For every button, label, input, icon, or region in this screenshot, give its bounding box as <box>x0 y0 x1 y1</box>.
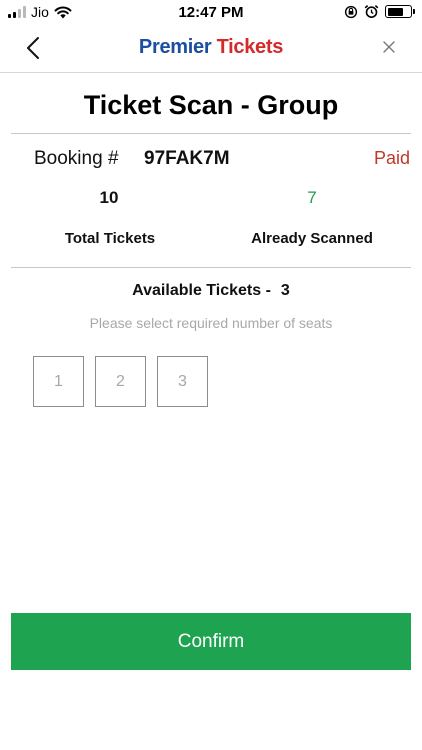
status-right <box>344 4 415 19</box>
divider <box>11 267 411 268</box>
seat-option-1[interactable]: 1 <box>33 356 84 407</box>
brand-secondary: Tickets <box>216 36 284 58</box>
confirm-button[interactable]: Confirm <box>11 613 411 670</box>
total-tickets-value: 10 <box>99 188 119 207</box>
already-scanned-label: Already Scanned <box>251 230 373 247</box>
seat-option-3[interactable]: 3 <box>157 356 208 407</box>
orientation-lock-icon <box>344 5 358 18</box>
alarm-icon <box>364 5 379 18</box>
already-scanned-value: 7 <box>307 188 317 207</box>
seat-selection-hint: Please select required number of seats <box>89 315 333 331</box>
brand-logo: Premier Tickets <box>0 36 422 59</box>
close-icon[interactable] <box>382 40 396 54</box>
available-tickets-count: 3 <box>280 282 290 299</box>
app-header: Premier Tickets <box>0 26 422 73</box>
total-tickets-label: Total Tickets <box>64 230 156 247</box>
brand-primary: Premier <box>138 36 212 58</box>
payment-status: Paid <box>373 148 410 168</box>
available-tickets-label: Available Tickets - <box>132 282 271 299</box>
battery-icon <box>385 5 415 18</box>
booking-label: Booking # <box>34 148 119 169</box>
page-title: Ticket Scan - Group <box>83 90 339 120</box>
status-bar: Jio 12:47 PM <box>0 0 422 26</box>
divider <box>11 133 411 134</box>
booking-id: 97FAK7M <box>144 148 230 169</box>
available-tickets: Available Tickets - 3 <box>0 282 422 300</box>
seat-option-2[interactable]: 2 <box>95 356 146 407</box>
